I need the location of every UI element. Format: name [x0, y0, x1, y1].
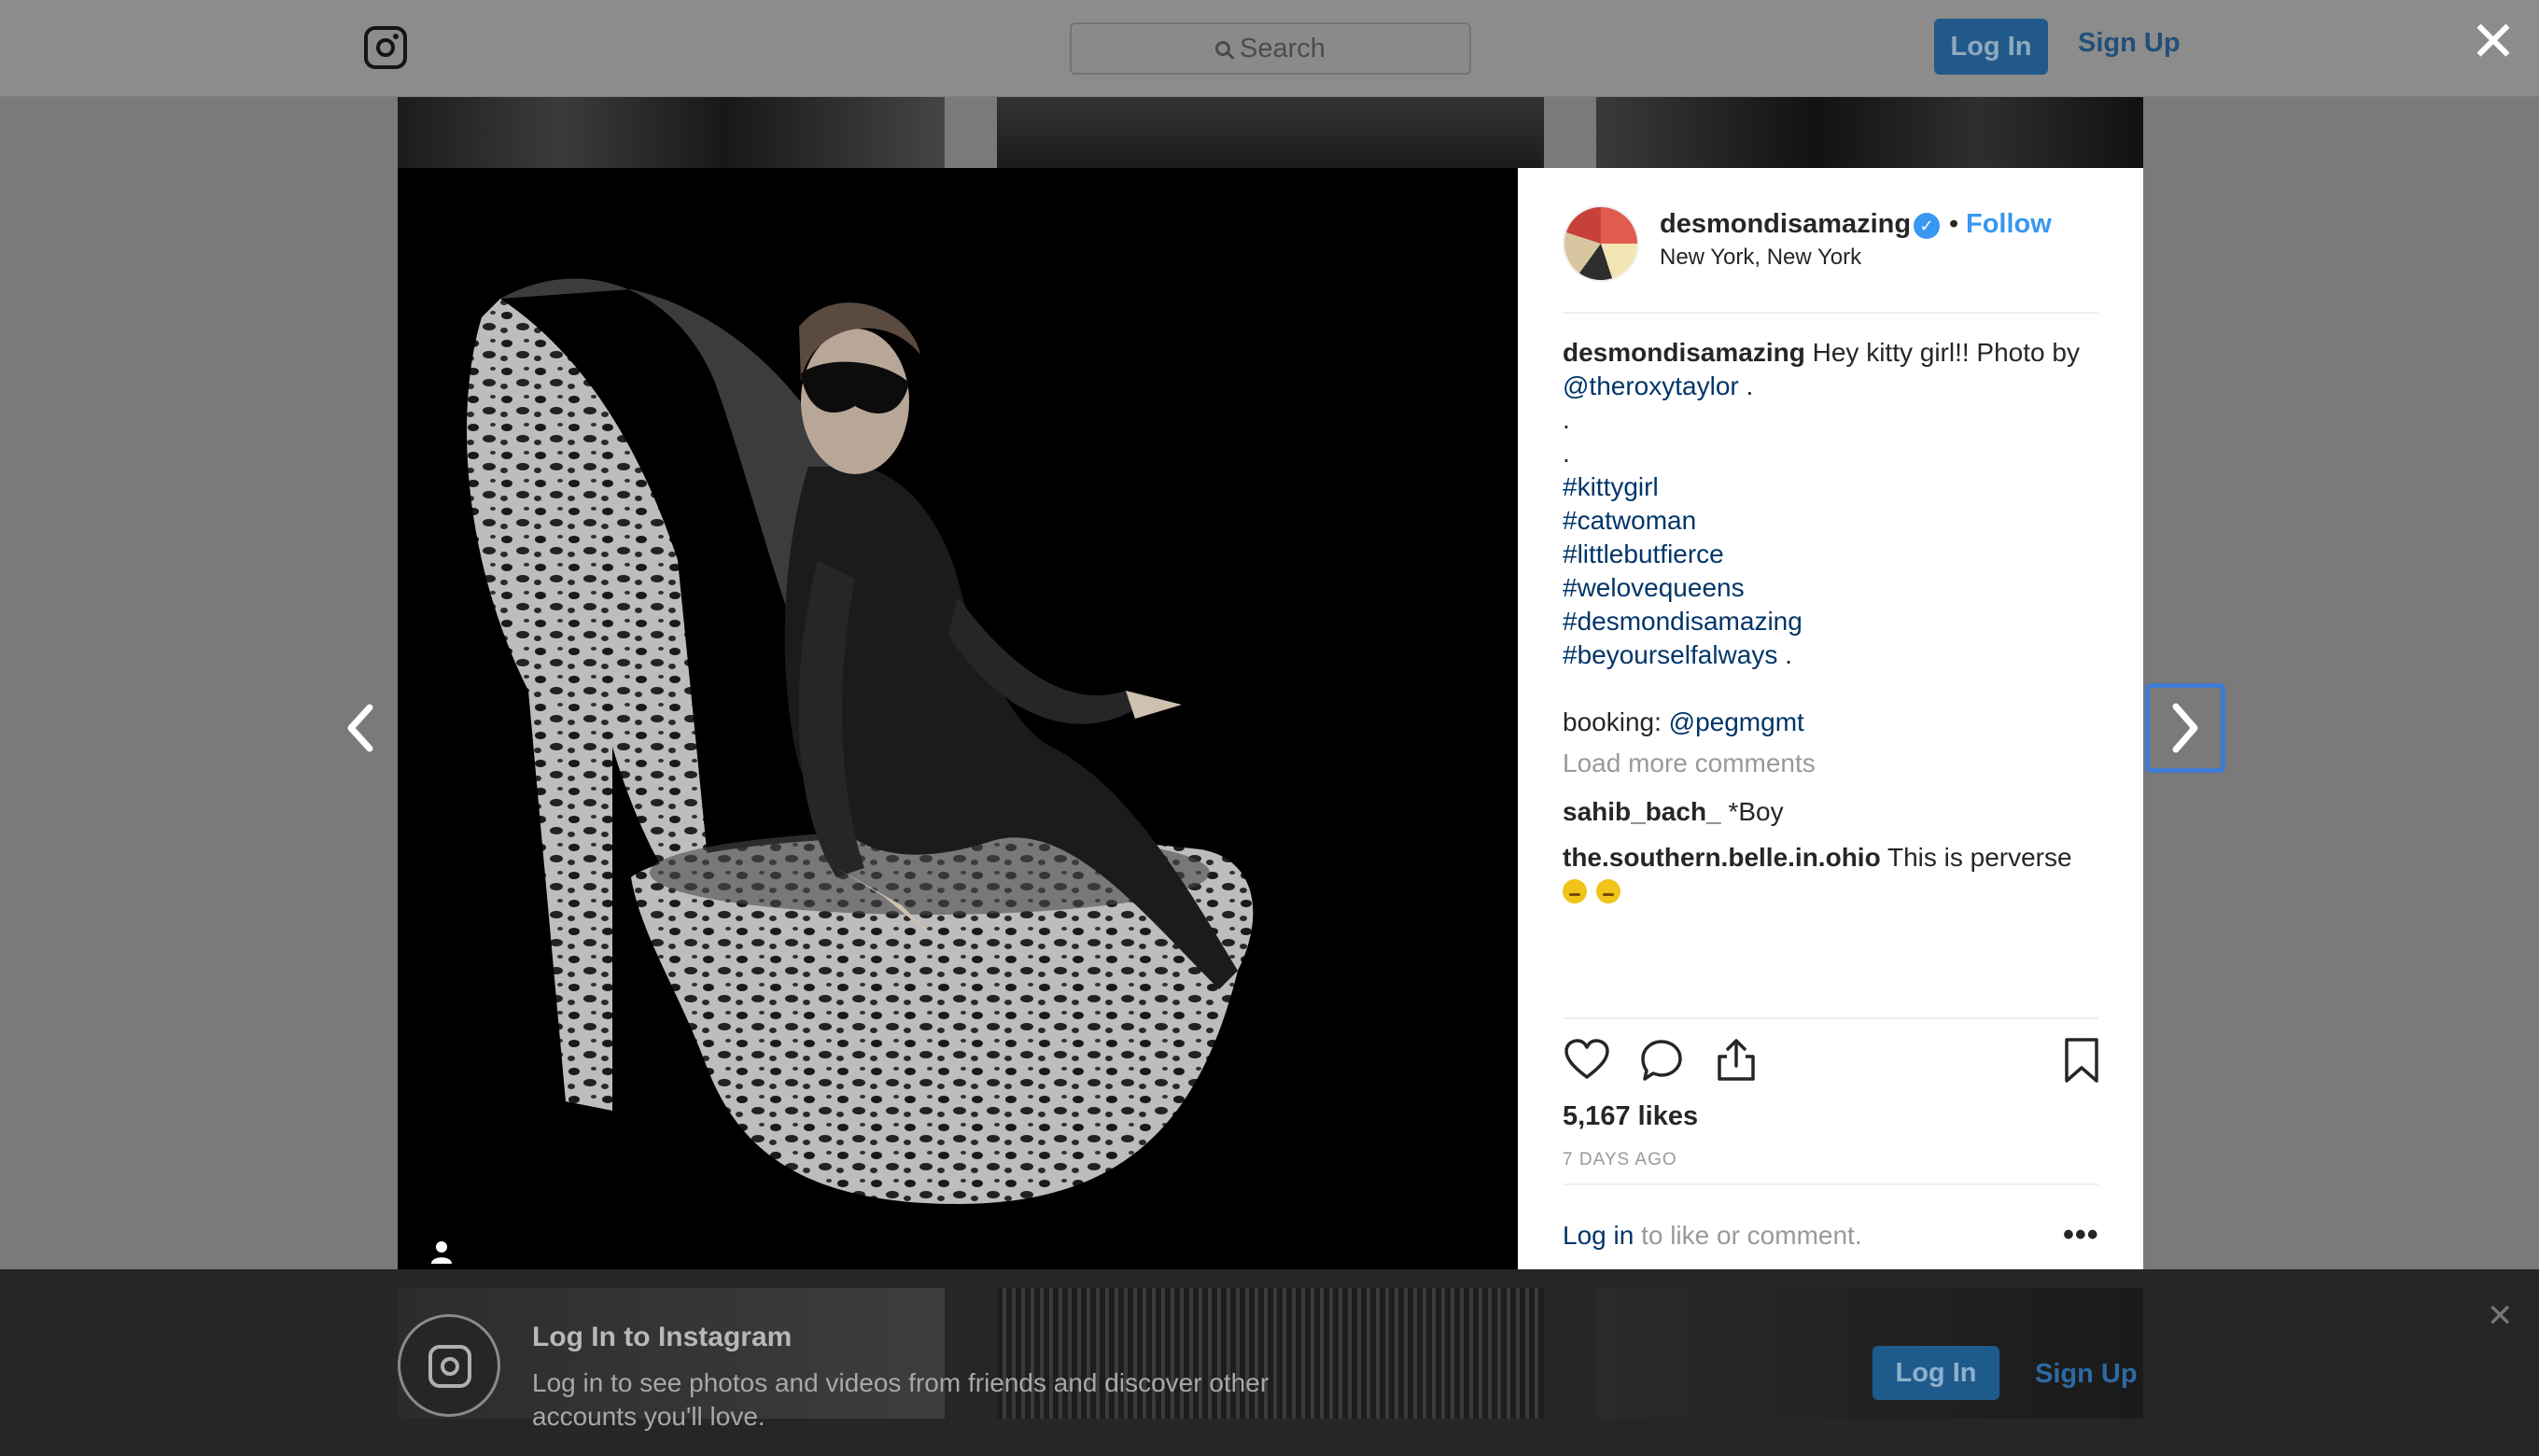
search-icon	[1215, 41, 1231, 56]
caption-end: .	[1746, 371, 1754, 400]
user-tag-icon[interactable]	[428, 1238, 456, 1266]
divider	[1563, 1183, 2098, 1185]
post-side-panel: desmondisamazing ✓ • Follow New York, Ne…	[1518, 168, 2143, 1288]
chevron-right-icon[interactable]	[2145, 683, 2225, 773]
caption-username[interactable]: desmondisamazing	[1563, 338, 1805, 367]
caption-mention[interactable]: @theroxytaylor	[1563, 371, 1739, 400]
caption-dot: .	[1563, 405, 1570, 434]
follow-button[interactable]: Follow	[1966, 209, 2052, 240]
close-icon[interactable]: ✕	[2468, 14, 2518, 70]
header-login-button[interactable]: Log In	[1934, 19, 2048, 75]
grid-thumbnail	[1596, 97, 2143, 170]
grid-thumbnail	[997, 97, 1544, 170]
share-icon[interactable]	[1712, 1036, 1760, 1085]
separator: •	[1949, 209, 1959, 239]
header-signup-link[interactable]: Sign Up	[2078, 28, 2181, 59]
comment-username[interactable]: sahib_bach_	[1563, 797, 1721, 826]
post-timestamp: 7 DAYS AGO	[1563, 1150, 1677, 1169]
caption: desmondisamazing Hey kitty girl!! Photo …	[1563, 336, 2098, 739]
avatar[interactable]	[1563, 205, 1639, 282]
unamused-emoji-icon	[1596, 878, 1620, 903]
close-icon[interactable]: ✕	[2487, 1297, 2514, 1335]
login-link[interactable]: Log in	[1563, 1221, 1634, 1250]
hashtag-link[interactable]: #catwoman	[1563, 506, 1696, 535]
login-suffix: to like or comment.	[1641, 1221, 1862, 1250]
post-username[interactable]: desmondisamazing	[1660, 209, 1911, 240]
banner-title: Log In to Instagram	[532, 1322, 793, 1352]
banner-signup-link[interactable]: Sign Up	[2035, 1359, 2138, 1390]
unamused-emoji-icon	[1563, 878, 1587, 903]
post-actions	[1563, 1036, 2098, 1088]
grid-thumbnail	[398, 97, 945, 170]
instagram-logo-icon[interactable]	[364, 26, 407, 69]
comment-icon[interactable]	[1637, 1036, 1686, 1085]
heart-icon[interactable]	[1563, 1036, 1611, 1085]
login-banner: Log In to Instagram Log in to see photos…	[0, 1269, 2539, 1456]
caption-dot: .	[1563, 439, 1570, 468]
search-input[interactable]: Search	[1070, 22, 1471, 75]
hashtag-link[interactable]: #littlebutfierce	[1563, 539, 1724, 568]
search-placeholder: Search	[1240, 33, 1326, 63]
load-more-comments-button[interactable]: Load more comments	[1563, 749, 1816, 778]
divider	[1563, 1017, 2098, 1019]
top-nav-bar: Search Log In Sign Up	[0, 0, 2539, 97]
booking-label: booking:	[1563, 707, 1662, 736]
hashtag-trailing: .	[1785, 640, 1792, 669]
banner-login-button[interactable]: Log In	[1873, 1346, 1999, 1400]
instagram-logo-icon	[398, 1314, 500, 1417]
comment-text: This is perverse	[1887, 843, 2072, 872]
hashtag-link[interactable]: #beyourselfalways	[1563, 640, 1777, 669]
likes-count[interactable]: 5,167 likes	[1563, 1101, 1698, 1132]
verified-badge-icon: ✓	[1914, 213, 1940, 239]
comment-username[interactable]: the.southern.belle.in.ohio	[1563, 843, 1881, 872]
chevron-left-icon[interactable]	[342, 702, 379, 754]
comment: sahib_bach_ *Boy	[1563, 797, 1784, 827]
comment-text: *Boy	[1728, 797, 1784, 826]
hashtag-link[interactable]: #desmondisamazing	[1563, 607, 1803, 636]
login-to-comment: Log in to like or comment.	[1563, 1221, 1862, 1251]
banner-description: Log in to see photos and videos from fri…	[532, 1368, 1270, 1431]
more-options-icon[interactable]: •••	[2063, 1217, 2099, 1253]
comment: the.southern.belle.in.ohio This is perve…	[1563, 842, 2098, 905]
booking-mention[interactable]: @pegmgmt	[1669, 707, 1804, 736]
caption-text: Hey kitty girl!! Photo by	[1812, 338, 2080, 367]
divider	[1563, 312, 2098, 314]
post-location[interactable]: New York, New York	[1660, 245, 1861, 271]
grid-thumbnail	[1596, 1288, 2143, 1419]
hashtag-link[interactable]: #welovequeens	[1563, 573, 1745, 602]
hashtag-link[interactable]: #kittygirl	[1563, 472, 1659, 501]
post-photo[interactable]	[398, 168, 1518, 1288]
bookmark-icon[interactable]	[2057, 1036, 2106, 1085]
